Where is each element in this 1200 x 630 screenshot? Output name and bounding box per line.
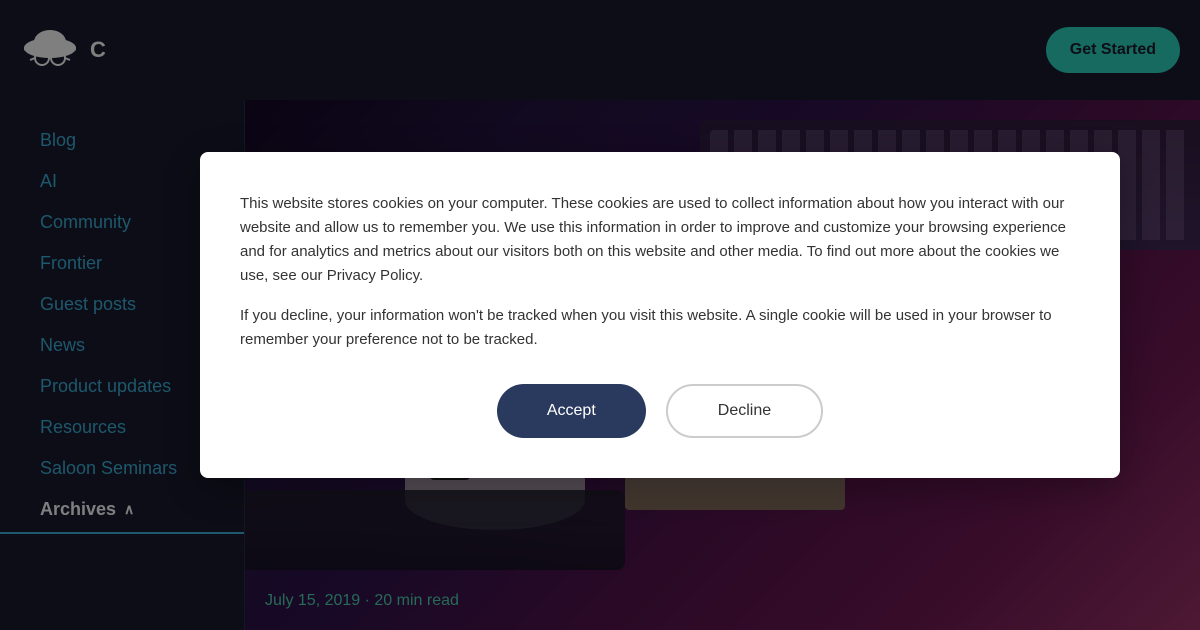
cookie-text-2: If you decline, your information won't b…: [240, 304, 1080, 352]
accept-button[interactable]: Accept: [497, 384, 646, 438]
cookie-modal-overlay: This website stores cookies on your comp…: [0, 0, 1200, 630]
cookie-modal: This website stores cookies on your comp…: [200, 152, 1120, 478]
cookie-text-1: This website stores cookies on your comp…: [240, 192, 1080, 288]
cookie-buttons: Accept Decline: [240, 384, 1080, 438]
decline-button[interactable]: Decline: [666, 384, 823, 438]
